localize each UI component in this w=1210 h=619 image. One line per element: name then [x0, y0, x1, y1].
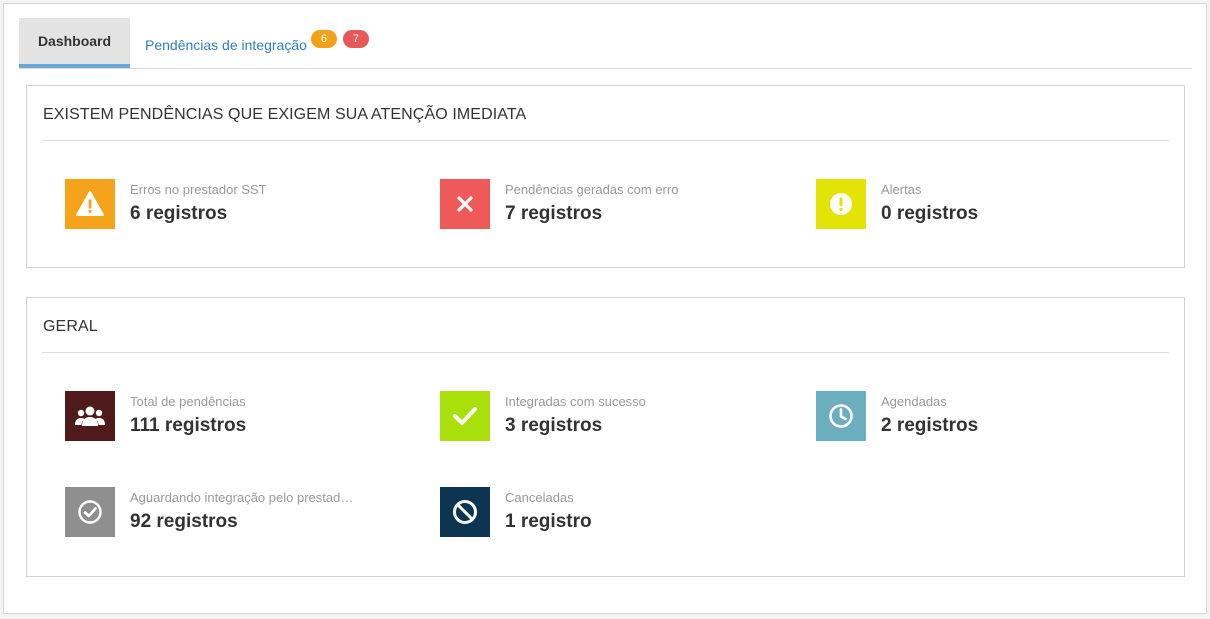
stat-label: Agendadas: [881, 394, 947, 409]
tab-dashboard-label: Dashboard: [37, 33, 112, 49]
general-panel: GERAL Total de pendências 111 registros: [26, 297, 1185, 577]
general-panel-title: GERAL: [43, 318, 98, 335]
stat-label: Canceladas: [505, 490, 574, 505]
stat-erros-prestador[interactable]: Erros no prestador SST 6 registros: [65, 179, 405, 229]
stat-pendencias-erro[interactable]: Pendências geradas com erro 7 registros: [440, 179, 780, 229]
tab-pendencias-integracao[interactable]: Pendências de integração 6 7: [145, 30, 369, 58]
stat-integradas-sucesso[interactable]: Integradas com sucesso 3 registros: [440, 391, 780, 441]
stat-value: 2 registros: [881, 415, 979, 436]
tab-pendencias-label: Pendências de integração: [145, 37, 307, 53]
stat-canceladas[interactable]: Canceladas 1 registro: [440, 487, 780, 537]
stat-value: 7 registros: [505, 203, 603, 224]
urgent-panel-title: EXISTEM PENDÊNCIAS QUE EXIGEM SUA ATENÇÃ…: [43, 106, 527, 123]
stat-label: Alertas: [881, 182, 922, 197]
checkmark-icon: [440, 391, 490, 441]
stat-label: Erros no prestador SST: [130, 182, 267, 197]
exclamation-circle-icon: [816, 179, 866, 229]
stat-value: 92 registros: [130, 511, 238, 532]
stat-label: Aguardando integração pelo prestad…: [130, 490, 354, 505]
stat-label: Pendências geradas com erro: [505, 182, 679, 197]
stat-total-pendencias[interactable]: Total de pendências 111 registros: [65, 391, 405, 441]
stat-value: 1 registro: [505, 511, 592, 532]
stat-label: Total de pendências: [130, 394, 246, 409]
dashboard-container: Dashboard Pendências de integração 6 7 E…: [3, 3, 1207, 614]
check-circle-icon: [65, 487, 115, 537]
warning-count-badge: 6: [310, 30, 337, 48]
stat-label: Integradas com sucesso: [505, 394, 646, 409]
divider: [42, 140, 1169, 141]
stat-value: 111 registros: [130, 415, 247, 436]
tab-bar: Dashboard Pendências de integração 6 7: [19, 18, 1192, 69]
ban-icon: [440, 487, 490, 537]
stat-agendadas[interactable]: Agendadas 2 registros: [816, 391, 1156, 441]
stat-alertas[interactable]: Alertas 0 registros: [816, 179, 1156, 229]
stat-aguardando-integracao[interactable]: Aguardando integração pelo prestad… 92 r…: [65, 487, 405, 537]
stat-value: 0 registros: [881, 203, 979, 224]
stat-value: 3 registros: [505, 415, 603, 436]
tab-dashboard[interactable]: Dashboard: [19, 18, 130, 68]
clock-icon: [816, 391, 866, 441]
users-icon: [65, 391, 115, 441]
warning-triangle-icon: [65, 179, 115, 229]
close-icon: [440, 179, 490, 229]
error-count-badge: 7: [342, 30, 369, 48]
stat-value: 6 registros: [130, 203, 228, 224]
divider: [42, 352, 1169, 353]
urgent-panel: EXISTEM PENDÊNCIAS QUE EXIGEM SUA ATENÇÃ…: [26, 85, 1185, 268]
